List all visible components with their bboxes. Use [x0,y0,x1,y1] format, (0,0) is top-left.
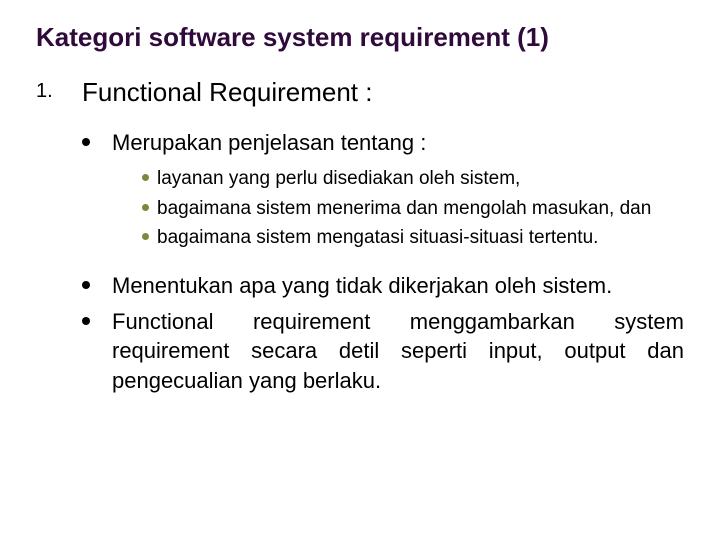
slide-title: Kategori software system requirement (1) [36,22,684,53]
content-area: Merupakan penjelasan tentang : layanan y… [82,128,684,395]
bullet-icon [142,233,149,240]
bullet-icon [142,204,149,211]
bullet-icon [82,281,90,289]
slide: Kategori software system requirement (1)… [0,0,720,540]
sub-list-item: bagaimana sistem menerima dan mengolah m… [142,196,684,222]
list-item-text: Merupakan penjelasan tentang : [112,128,684,158]
list-item-text: Functional requirement menggambarkan sys… [112,307,684,396]
sub-list-item: layanan yang perlu disediakan oleh siste… [142,166,684,192]
list-item: Functional requirement menggambarkan sys… [82,307,684,396]
sub-list: layanan yang perlu disediakan oleh siste… [142,166,684,251]
section-heading: Functional Requirement : [82,77,372,108]
sub-list-item-text: bagaimana sistem menerima dan mengolah m… [157,196,651,222]
list-item: Menentukan apa yang tidak dikerjakan ole… [82,271,684,301]
sub-list-item-text: layanan yang perlu disediakan oleh siste… [157,166,520,192]
bullet-icon [82,138,90,146]
list-item-text: Menentukan apa yang tidak dikerjakan ole… [112,271,684,301]
sub-list-item-text: bagaimana sistem mengatasi situasi-situa… [157,225,598,251]
sub-list-item: bagaimana sistem mengatasi situasi-situa… [142,225,684,251]
list-number: 1. [36,77,82,103]
bullet-icon [142,174,149,181]
list-item: Merupakan penjelasan tentang : layanan y… [82,128,684,251]
heading-row: 1. Functional Requirement : [36,77,684,108]
bullet-icon [82,317,90,325]
